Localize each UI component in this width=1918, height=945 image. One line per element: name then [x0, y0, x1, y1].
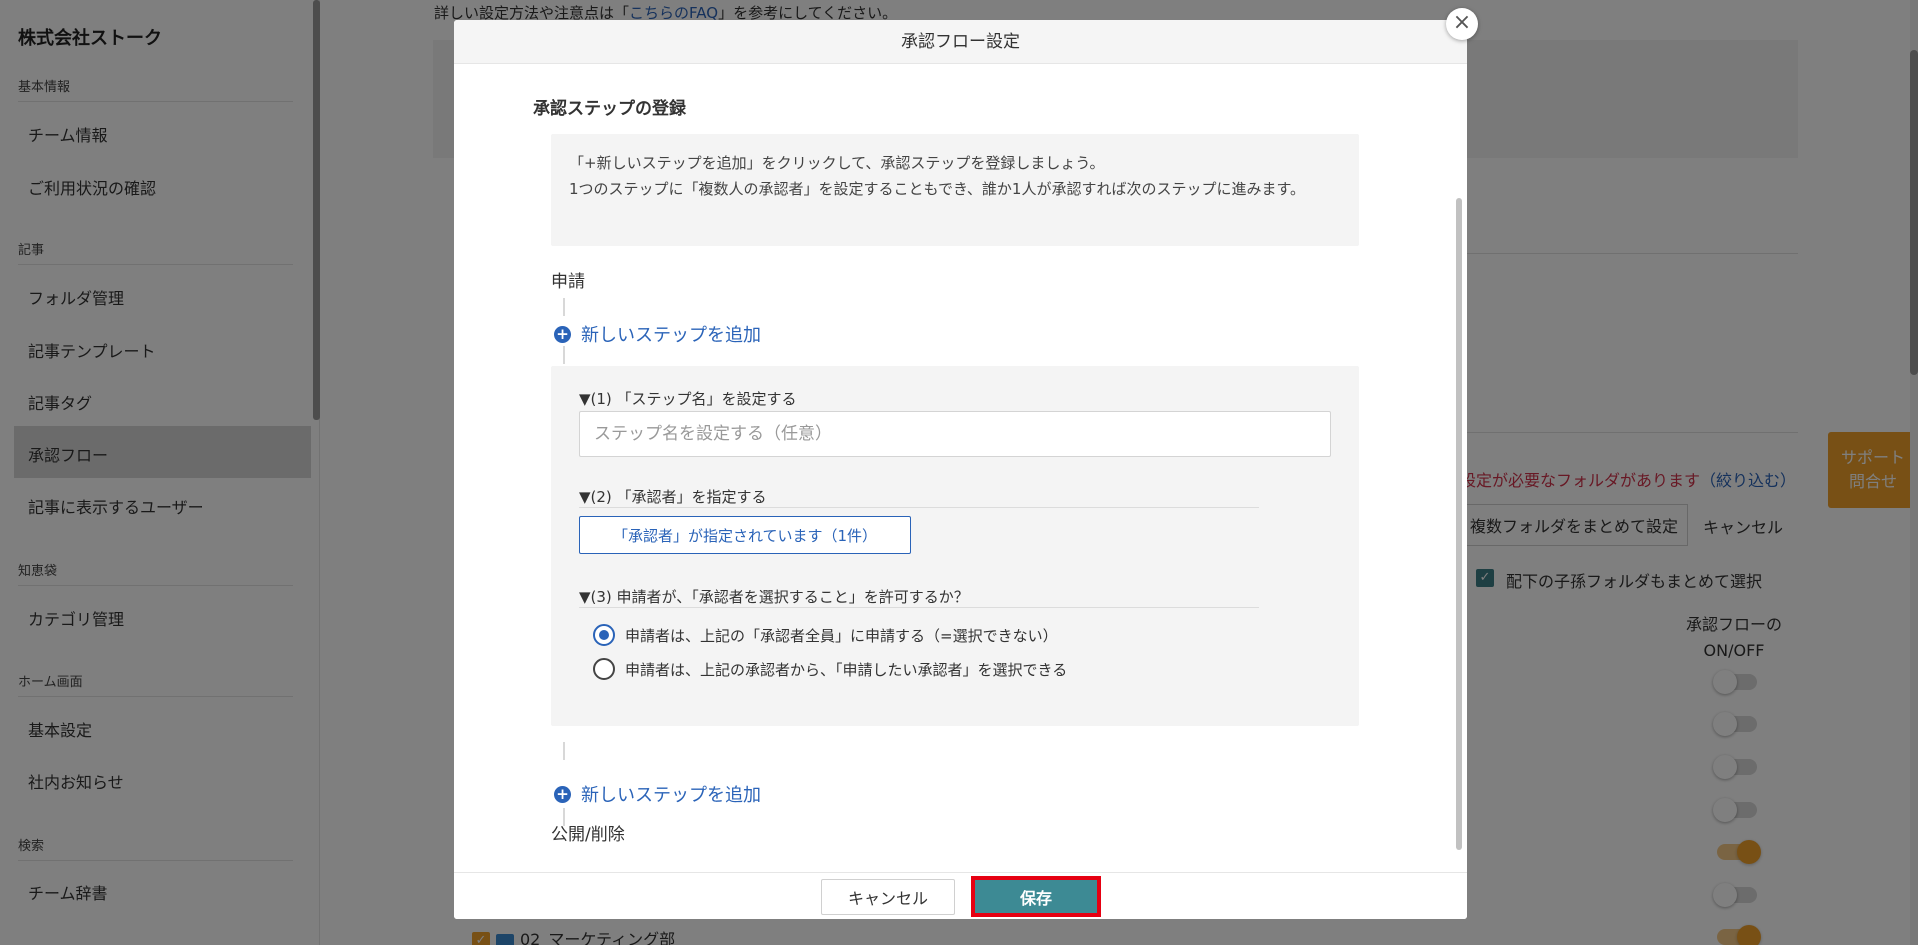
radio-selected-icon[interactable] — [593, 624, 615, 646]
approver-question: ▼(2) 「承認者」を指定する — [579, 488, 767, 506]
flow-connector — [563, 742, 565, 760]
flow-connector — [563, 298, 565, 316]
step-name-question: ▼(1) 「ステップ名」を設定する — [579, 390, 797, 408]
cancel-button[interactable]: キャンセル — [821, 879, 955, 915]
plus-circle-icon: + — [554, 325, 571, 343]
instruction-line2: 1つのステップに「複数人の承認者」を設定することもでき、誰か1人が承認すれば次の… — [569, 180, 1305, 198]
plus-circle-icon: + — [554, 785, 571, 803]
selection-question: ▼(3) 申請者が、「承認者を選択すること」を許可するか？ — [579, 588, 969, 606]
radio-option-choose-approver[interactable]: 申請者は、上記の承認者から、「申請したい承認者」を選択できる — [593, 658, 1067, 680]
approval-flow-modal: 承認フロー設定 承認ステップの登録 「+新しいステップを追加」をクリックして、承… — [454, 20, 1467, 919]
instruction-line1: 「+新しいステップを追加」をクリックして、承認ステップを登録しましょう。 — [569, 154, 1105, 172]
publish-label: 公開/削除 — [551, 825, 625, 845]
flow-connector — [563, 346, 565, 364]
instruction-box: 「+新しいステップを追加」をクリックして、承認ステップを登録しましょう。 1つの… — [551, 134, 1359, 246]
modal-title: 承認フロー設定 — [454, 20, 1467, 64]
divider — [579, 607, 1259, 608]
add-step-button-top[interactable]: + 新しいステップを追加 — [554, 321, 761, 347]
step-name-input[interactable] — [579, 411, 1331, 457]
approver-button[interactable]: 「承認者」が指定されています（1件） — [579, 516, 911, 554]
add-step-label: 新しいステップを追加 — [581, 325, 761, 346]
section-subtitle: 承認ステップの登録 — [533, 99, 686, 119]
add-step-button-bottom[interactable]: + 新しいステップを追加 — [554, 781, 761, 807]
apply-label: 申請 — [551, 272, 585, 292]
radio-option2-label: 申請者は、上記の承認者から、「申請したい承認者」を選択できる — [625, 660, 1068, 679]
divider — [579, 507, 1259, 508]
modal-body: 承認ステップの登録 「+新しいステップを追加」をクリックして、承認ステップを登録… — [454, 64, 1467, 872]
radio-option-all-approvers[interactable]: 申請者は、上記の「承認者全員」に申請する（=選択できない） — [593, 624, 1058, 646]
close-icon[interactable]: × — [1446, 8, 1478, 40]
save-button[interactable]: 保存 — [971, 876, 1101, 917]
radio-option1-label: 申請者は、上記の「承認者全員」に申請する（=選択できない） — [625, 626, 1058, 645]
step-editor: ▼(1) 「ステップ名」を設定する ▼(2) 「承認者」を指定する 「承認者」が… — [551, 366, 1359, 726]
modal-footer: キャンセル 保存 — [454, 872, 1467, 919]
add-step-label: 新しいステップを追加 — [581, 785, 761, 806]
modal-scrollbar[interactable] — [1456, 198, 1462, 850]
radio-unselected-icon[interactable] — [593, 658, 615, 680]
